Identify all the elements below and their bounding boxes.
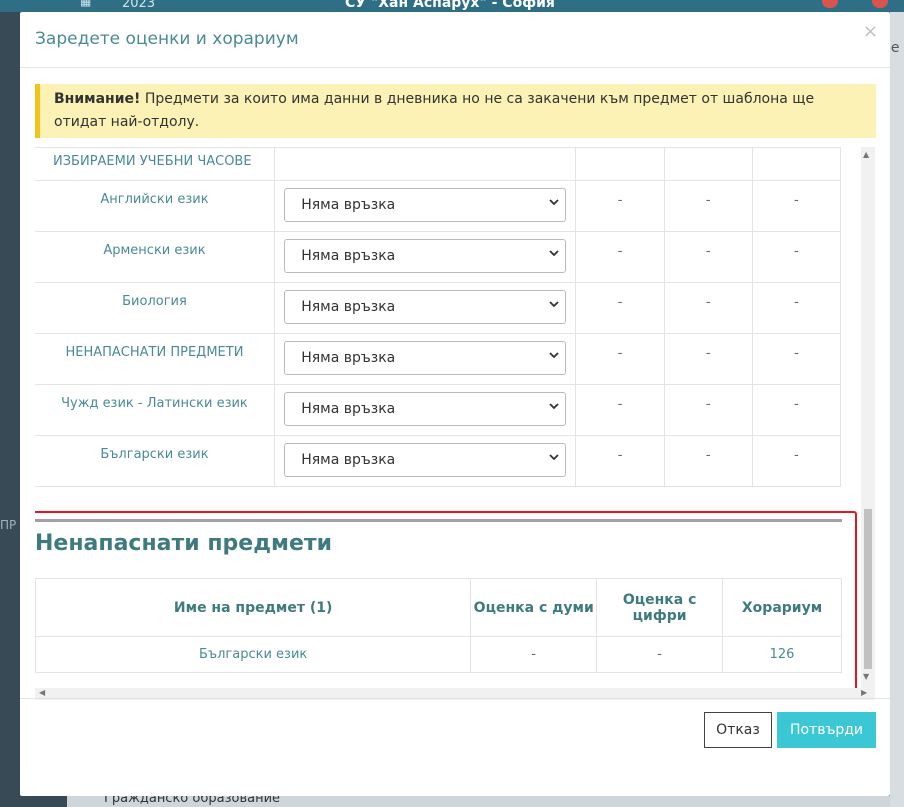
- chevron-down-icon: [549, 403, 559, 410]
- table-row: Чужд език - Латински език Няма връзка - …: [35, 384, 842, 436]
- subject-name: Чужд език - Латински език: [35, 384, 275, 436]
- alert-strong: Внимание!: [54, 91, 141, 107]
- cell-value: -: [575, 333, 665, 385]
- subject-name: Български език: [35, 435, 275, 487]
- table-row: Арменски език Няма връзка - - -: [35, 231, 842, 283]
- subject-name: Биология: [35, 282, 275, 334]
- grid-icon[interactable]: ▦: [80, 0, 96, 8]
- cell-value: -: [575, 282, 665, 334]
- chevron-down-icon: [549, 352, 559, 359]
- cell-value: -: [663, 384, 753, 436]
- scroll-left-icon[interactable]: ◀: [39, 688, 45, 697]
- scrollable-content[interactable]: ИЗБИРАЕМИ УЧЕБНИ ЧАСОВЕ Английски език Н…: [35, 147, 875, 699]
- cell-value: -: [663, 282, 753, 334]
- subject-name: Английски език: [35, 180, 275, 232]
- chevron-down-icon: [549, 454, 559, 461]
- cell-value: -: [751, 282, 842, 334]
- scroll-down-icon[interactable]: ▼: [863, 672, 869, 681]
- warning-alert: Внимание! Предмети за които има данни в …: [35, 84, 876, 138]
- subject-link-select[interactable]: Няма връзка: [284, 188, 567, 222]
- group-header: ИЗБИРАЕМИ УЧЕБНИ ЧАСОВЕ: [35, 147, 275, 181]
- cell-value: -: [575, 384, 665, 436]
- modal-footer: Отказ Потвърди: [20, 698, 890, 796]
- subject-link-select[interactable]: Няма връзка: [284, 443, 567, 477]
- cell-value: -: [751, 435, 842, 487]
- alert-text: Предмети за които има данни в дневника н…: [54, 91, 815, 130]
- chevron-down-icon: [549, 301, 559, 308]
- table-row: Английски език Няма връзка - - -: [35, 180, 842, 232]
- modal-header: Заредете оценки и хорариум ×: [20, 12, 890, 68]
- sidebar-fragment: ПР: [0, 518, 17, 532]
- scroll-right-icon[interactable]: ▶: [861, 688, 867, 697]
- table-row: Български език Няма връзка - - -: [35, 435, 842, 487]
- table-row: НЕНАПАСНАТИ ПРЕДМЕТИ Няма връзка - - -: [35, 333, 842, 385]
- vertical-scrollbar[interactable]: ▲ ▼: [861, 147, 875, 688]
- cell-value: -: [663, 231, 753, 283]
- scroll-up-icon[interactable]: ▲: [863, 150, 869, 159]
- modal-title: Заредете оценки и хорариум: [35, 29, 299, 49]
- cancel-button[interactable]: Отказ: [704, 712, 772, 748]
- subject-link-select[interactable]: Няма връзка: [284, 239, 567, 273]
- table-row: Биология Няма връзка - - -: [35, 282, 842, 334]
- subject-link-select[interactable]: Няма връзка: [284, 290, 567, 324]
- cell-value: -: [575, 435, 665, 487]
- cell-value: -: [751, 384, 842, 436]
- chevron-down-icon: [549, 199, 559, 206]
- subject-name: Арменски език: [35, 231, 275, 283]
- confirm-button[interactable]: Потвърди: [777, 712, 876, 748]
- cell-value: -: [663, 333, 753, 385]
- cell-value: -: [751, 333, 842, 385]
- load-grades-modal: Заредете оценки и хорариум × Внимание! П…: [20, 12, 890, 796]
- subject-mapping-table: ИЗБИРАЕМИ УЧЕБНИ ЧАСОВЕ Английски език Н…: [35, 147, 842, 487]
- close-icon[interactable]: ×: [863, 21, 878, 42]
- subject-link-select[interactable]: Няма връзка: [284, 341, 567, 375]
- scrollbar-thumb[interactable]: [864, 509, 872, 669]
- school-name: СУ "Хан Аспарух" - София: [345, 0, 555, 11]
- background-panel: [890, 12, 904, 807]
- cell-value: -: [751, 231, 842, 283]
- cell-value: -: [575, 231, 665, 283]
- cell-value: -: [751, 180, 842, 232]
- highlight-box: [35, 511, 857, 694]
- cell-value: -: [575, 180, 665, 232]
- subject-name: НЕНАПАСНАТИ ПРЕДМЕТИ: [35, 333, 275, 385]
- cell-value: -: [663, 435, 753, 487]
- table-row: ИЗБИРАЕМИ УЧЕБНИ ЧАСОВЕ: [35, 147, 842, 181]
- subject-link-select[interactable]: Няма връзка: [284, 392, 567, 426]
- chevron-down-icon: [549, 250, 559, 257]
- cell-value: -: [663, 180, 753, 232]
- year-selector[interactable]: 2023: [122, 0, 155, 11]
